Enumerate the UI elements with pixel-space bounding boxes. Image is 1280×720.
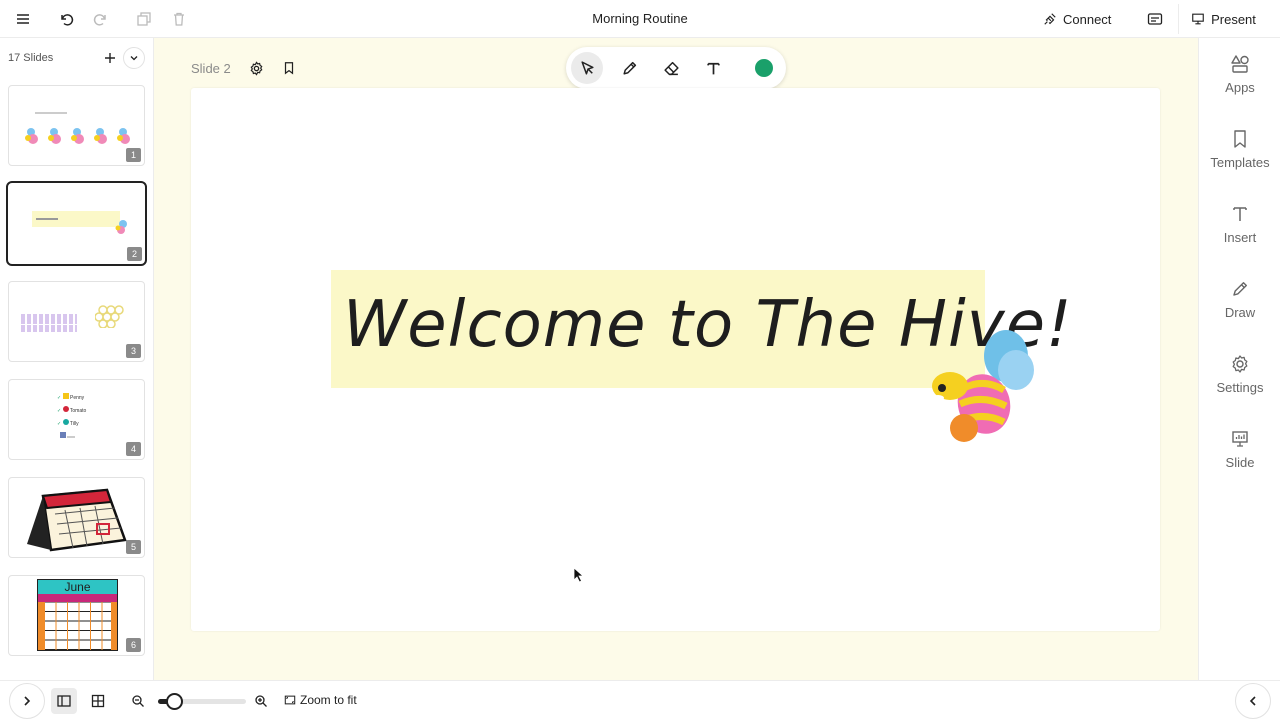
insert-label: Insert <box>1223 230 1257 245</box>
bee-image[interactable] <box>926 326 1038 448</box>
chevron-right-icon <box>24 696 31 706</box>
insert-button[interactable]: Insert <box>1199 198 1280 260</box>
slide-thumbnail-5[interactable]: 5 <box>8 477 145 558</box>
zoom-slider-handle[interactable] <box>166 693 183 710</box>
gear-icon <box>1232 355 1248 373</box>
slide-number: 2 <box>127 247 142 261</box>
slide-number: 5 <box>126 540 141 554</box>
slide-thumbnail-3[interactable]: 3 <box>8 281 145 362</box>
grid-view-icon[interactable] <box>86 689 110 713</box>
plug-icon <box>1044 13 1056 25</box>
bottom-bar: Zoom to fit <box>0 680 1280 720</box>
slide-button[interactable]: Slide <box>1199 423 1280 485</box>
thumb-welcome-box <box>32 211 120 227</box>
zoom-to-fit-label: Zoom to fit <box>300 693 357 707</box>
slide-thumbnail-6[interactable]: June 6 <box>8 575 145 656</box>
captions-icon[interactable] <box>1143 7 1167 31</box>
text-tool-icon[interactable] <box>697 52 729 84</box>
thumb-calendar-image <box>27 488 127 552</box>
present-button[interactable]: Present <box>1178 4 1268 34</box>
slide-number: 3 <box>126 344 141 358</box>
hamburger-menu-icon[interactable] <box>11 7 35 31</box>
pencil-icon <box>1233 282 1247 296</box>
slide-bookmark-icon[interactable] <box>280 59 298 77</box>
thumb-welcome-text-line <box>36 218 58 220</box>
thumb-bee-image <box>115 220 127 234</box>
document-title-area[interactable] <box>580 6 700 32</box>
slide-thumbnail-2[interactable]: 2 <box>6 181 147 266</box>
templates-button[interactable]: Templates <box>1199 123 1280 185</box>
plus-icon <box>105 53 115 63</box>
connect-label: Connect <box>1063 11 1112 27</box>
thumb-honeycomb-image <box>95 305 124 328</box>
pen-tool-pencil-icon[interactable] <box>613 52 645 84</box>
thumb-bees-image <box>25 128 130 144</box>
shapes-icon <box>1231 55 1249 73</box>
slide-thumbnail-4[interactable]: ✓ Penny ✓ Tomato ✓ Tilly 4 <box>8 379 145 460</box>
thumb-title-line <box>35 112 67 114</box>
mouse-pointer-icon <box>573 567 585 583</box>
slide-options-button[interactable] <box>123 47 145 69</box>
undo-icon[interactable] <box>54 7 78 31</box>
slide-canvas[interactable]: Welcome to The Hive! <box>191 88 1160 631</box>
right-tools-panel: Apps Templates Insert Draw Settings Slid… <box>1198 38 1280 680</box>
color-picker-dot[interactable] <box>755 59 773 77</box>
zoom-to-fit-button[interactable]: Zoom to fit <box>284 693 357 707</box>
slide-number: 1 <box>126 148 141 162</box>
welcome-heading: Welcome to The Hive! <box>343 288 1073 362</box>
add-slide-button[interactable] <box>101 49 119 67</box>
slide-number: 4 <box>126 442 141 456</box>
bookmark-icon <box>1234 130 1246 148</box>
top-bar: Morning Routine Connect Present <box>0 0 1280 38</box>
zoom-fit-icon <box>284 695 296 705</box>
welcome-text-box[interactable]: Welcome to The Hive! <box>331 270 1073 388</box>
current-slide-label: Slide 2 <box>191 61 231 76</box>
presentation-icon <box>1232 431 1248 447</box>
chevron-left-icon <box>1249 696 1256 706</box>
text-icon <box>1233 207 1247 221</box>
draw-label: Draw <box>1224 305 1256 320</box>
slide-count: 17 Slides <box>8 52 54 64</box>
connect-button[interactable]: Connect <box>1043 7 1111 31</box>
zoom-in-icon[interactable] <box>249 689 273 713</box>
apps-button[interactable]: Apps <box>1199 48 1280 110</box>
thumb-calendar-grid <box>21 314 77 332</box>
expand-left-button[interactable] <box>9 683 45 719</box>
collapse-right-button[interactable] <box>1235 683 1271 719</box>
eraser-tool-icon[interactable] <box>655 52 687 84</box>
settings-button[interactable]: Settings <box>1199 348 1280 410</box>
thumb-checklist: ✓ Penny ✓ Tomato ✓ Tilly <box>57 392 86 444</box>
select-tool-cursor-icon[interactable] <box>571 52 603 84</box>
apps-label: Apps <box>1225 80 1255 95</box>
slides-panel: 17 Slides 1 2 3 ✓ Penny ✓ Tomato ✓ Tilly… <box>0 38 154 680</box>
chevron-down-icon <box>130 56 138 61</box>
sidebar-view-icon[interactable] <box>51 688 77 714</box>
zoom-slider[interactable] <box>158 693 246 710</box>
slide-label: Slide <box>1225 455 1255 470</box>
drawing-toolbar <box>566 47 786 89</box>
zoom-out-icon[interactable] <box>126 689 150 713</box>
slide-settings-gear-icon[interactable] <box>247 59 265 77</box>
slide-thumbnail-1[interactable]: 1 <box>8 85 145 166</box>
present-icon <box>1192 13 1204 25</box>
duplicate-icon[interactable] <box>132 7 156 31</box>
draw-button[interactable]: Draw <box>1199 273 1280 335</box>
thumb-june-calendar: June <box>37 579 118 651</box>
trash-icon[interactable] <box>167 7 191 31</box>
slide-number: 6 <box>126 638 141 652</box>
present-label: Present <box>1211 11 1256 27</box>
templates-label: Templates <box>1210 155 1270 170</box>
settings-label: Settings <box>1216 380 1264 395</box>
redo-icon[interactable] <box>89 7 113 31</box>
